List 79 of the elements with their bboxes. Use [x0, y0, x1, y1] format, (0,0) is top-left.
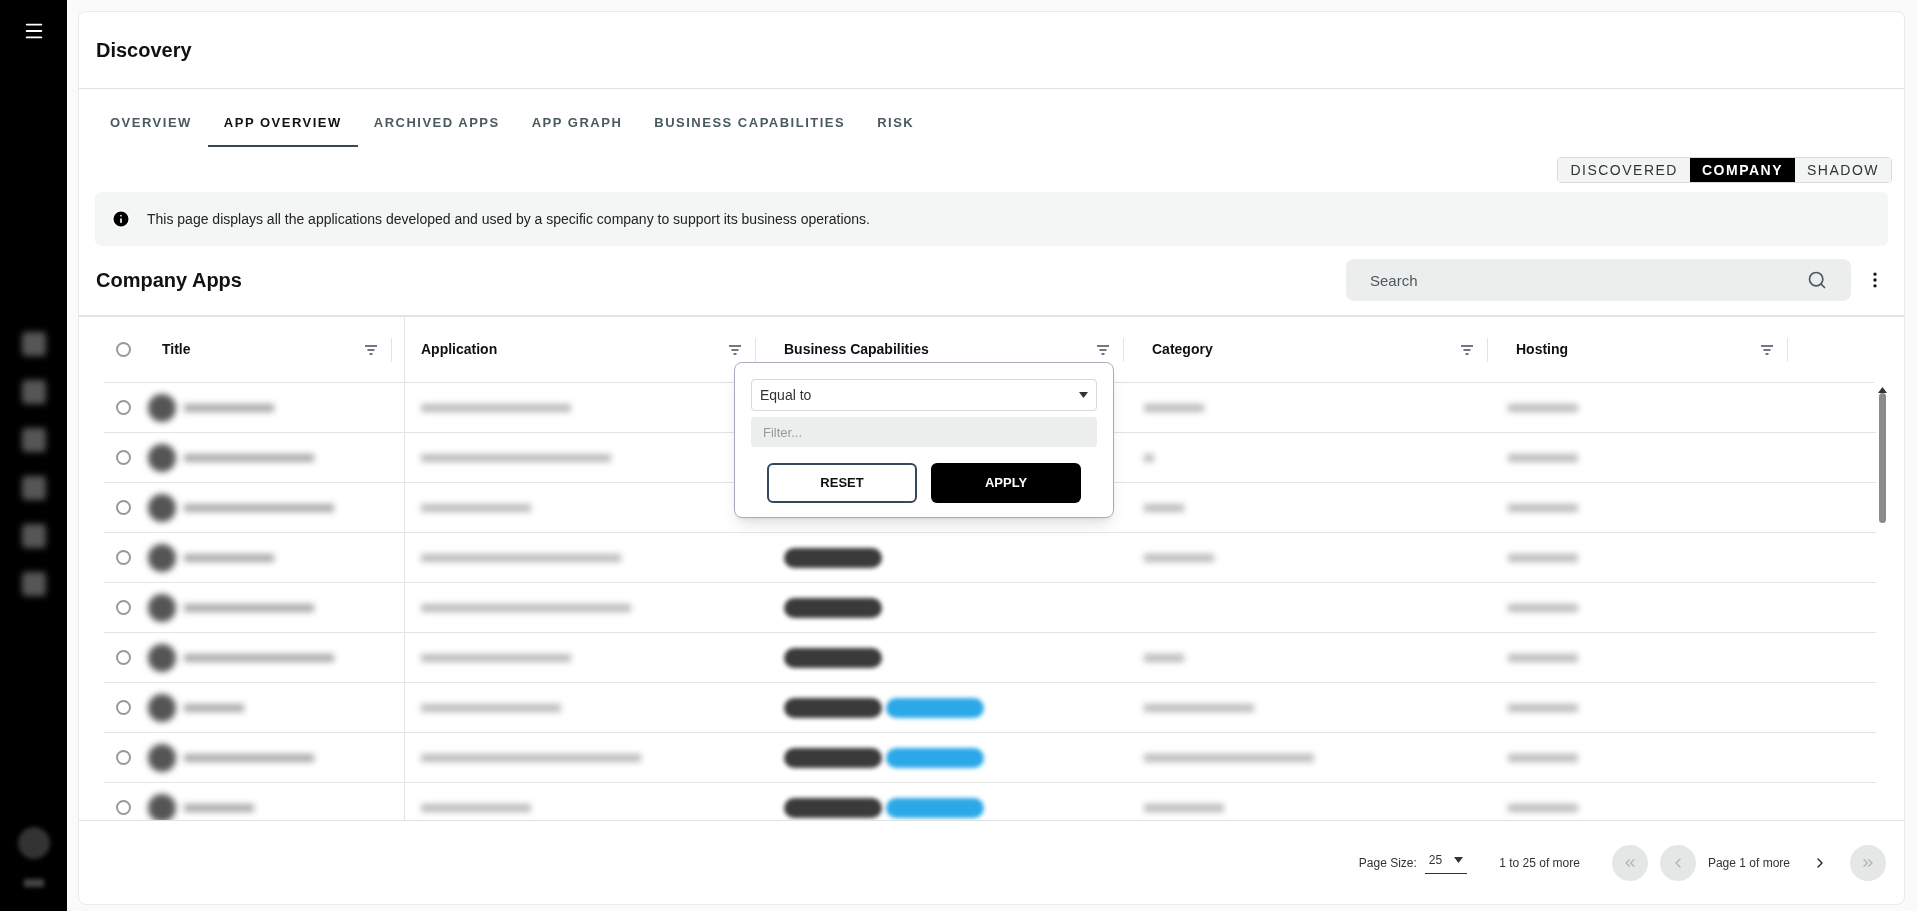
filter-icon[interactable]: [1459, 342, 1475, 357]
filter-input[interactable]: Filter...: [751, 417, 1097, 447]
blurred-text: [1508, 403, 1578, 412]
blurred-text: [1144, 453, 1154, 462]
blurred-text: [184, 703, 244, 712]
blurred-avatar: [148, 593, 176, 622]
page-size-label: Page Size:: [1358, 854, 1417, 872]
blurred-text: [1508, 553, 1578, 562]
column-header[interactable]: Business Capabilities: [784, 339, 929, 360]
blurred-text: [1508, 753, 1578, 762]
filter-icon[interactable]: [727, 342, 743, 357]
row-radio[interactable]: [116, 450, 131, 465]
column-header[interactable]: Category: [1152, 339, 1213, 360]
blurred-avatar: [148, 393, 176, 422]
operator-select[interactable]: Equal to: [751, 379, 1097, 411]
row-radio[interactable]: [116, 500, 131, 515]
view-toggle-option[interactable]: COMPANY: [1689, 158, 1795, 182]
row-radio[interactable]: [116, 700, 131, 715]
blurred-icon[interactable]: [21, 524, 46, 548]
blurred-icon[interactable]: [21, 332, 46, 356]
blurred-text: [1508, 703, 1578, 712]
row-radio[interactable]: [116, 800, 131, 815]
select-all-radio[interactable]: [116, 342, 131, 357]
tab[interactable]: APP OVERVIEW: [207, 101, 358, 147]
blurred-avatar: [148, 443, 176, 472]
blurred-text: [1508, 603, 1578, 612]
blurred-icon[interactable]: [21, 428, 46, 452]
blurred-text: [1508, 803, 1578, 812]
blurred-icon[interactable]: [21, 572, 46, 596]
apply-button[interactable]: APPLY: [931, 463, 1081, 503]
caret-icon[interactable]: [1079, 392, 1088, 398]
blurred-avatar: [148, 543, 176, 572]
row-radio[interactable]: [116, 550, 131, 565]
column-header[interactable]: Application: [421, 339, 498, 360]
row-radio[interactable]: [116, 600, 131, 615]
row-radio[interactable]: [116, 650, 131, 665]
filter-icon[interactable]: [1759, 342, 1775, 357]
scrollbar-thumb[interactable]: [1878, 393, 1886, 523]
blurred-avatar: [148, 693, 176, 722]
blurred-text: [1508, 653, 1578, 662]
column-header[interactable]: Title: [162, 339, 191, 360]
view-toggle-option[interactable]: SHADOW: [1795, 158, 1891, 182]
blurred-text: [184, 803, 254, 812]
blurred-avatar: [148, 643, 176, 672]
blurred-text: [1144, 503, 1184, 512]
search-icon[interactable]: [1807, 270, 1827, 290]
blurred-icon: [23, 879, 44, 887]
info-icon: [111, 209, 131, 229]
blurred-avatar: [148, 793, 176, 820]
info-text: This page displays all the applications developed and used by a specific company to support its business operations.: [147, 209, 870, 229]
page-title: Discovery: [96, 38, 192, 63]
tab[interactable]: OVERVIEW: [94, 101, 208, 147]
reset-button[interactable]: RESET: [767, 463, 917, 503]
page-range: 1 to 25 of more: [1499, 854, 1580, 872]
blurred-text: [1144, 403, 1204, 412]
blurred-icon[interactable]: [21, 380, 46, 404]
tab[interactable]: ARCHIVED APPS: [357, 101, 516, 147]
page-size-select[interactable]: 25: [1424, 851, 1468, 874]
filter-icon[interactable]: [1095, 342, 1111, 357]
column-header[interactable]: Hosting: [1516, 339, 1569, 360]
blurred-text: [1508, 503, 1578, 512]
tab[interactable]: BUSINESS CAPABILITIES: [638, 101, 862, 147]
blurred-avatar[interactable]: [17, 827, 50, 859]
caret-icon[interactable]: [1454, 857, 1464, 863]
search-field[interactable]: Search: [1346, 259, 1851, 301]
blurred-avatar: [148, 743, 176, 772]
row-radio[interactable]: [116, 750, 131, 765]
section-title: Company Apps: [96, 268, 242, 293]
page-indicator: Page 1 of more: [1707, 854, 1790, 872]
blurred-avatar: [148, 493, 176, 522]
row-radio[interactable]: [116, 400, 131, 415]
blurred-icon[interactable]: [21, 476, 46, 500]
blurred-text: [1144, 653, 1184, 662]
blurred-text: [1144, 553, 1214, 562]
tab[interactable]: APP GRAPH: [515, 101, 639, 147]
view-toggle-option[interactable]: DISCOVERED: [1558, 158, 1690, 182]
tab[interactable]: RISK: [861, 101, 931, 147]
filter-icon[interactable]: [363, 342, 379, 357]
blurred-text: [1508, 453, 1578, 462]
